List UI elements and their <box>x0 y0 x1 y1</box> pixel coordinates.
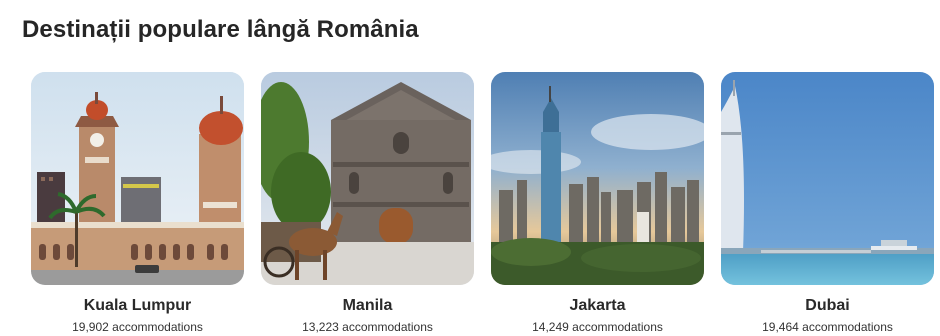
dubai-photo[interactable] <box>721 72 934 285</box>
destination-card-kuala-lumpur[interactable]: Kuala Lumpur 19,902 accommodations <box>31 72 244 336</box>
destination-card-list: Kuala Lumpur 19,902 accommodations Manil… <box>31 72 940 336</box>
destination-name[interactable]: Jakarta <box>491 297 704 315</box>
jakarta-photo[interactable] <box>491 72 704 285</box>
destination-card-jakarta[interactable]: Jakarta 14,249 accommodations <box>491 72 704 336</box>
accommodation-count: 13,223 accommodations <box>302 320 433 334</box>
destination-name[interactable]: Manila <box>261 297 474 315</box>
manila-photo[interactable] <box>261 72 474 285</box>
destination-name[interactable]: Kuala Lumpur <box>31 297 244 315</box>
kuala-lumpur-photo[interactable] <box>31 72 244 285</box>
destination-card-dubai[interactable]: Dubai 19,464 accommodations <box>721 72 934 336</box>
section-title: Destinații populare lângă România <box>22 16 419 43</box>
accommodation-count: 19,464 accommodations <box>762 320 893 334</box>
accommodation-count: 19,902 accommodations <box>72 320 203 334</box>
accommodation-count: 14,249 accommodations <box>532 320 663 334</box>
destination-card-manila[interactable]: Manila 13,223 accommodations <box>261 72 474 336</box>
destination-name[interactable]: Dubai <box>721 297 934 315</box>
